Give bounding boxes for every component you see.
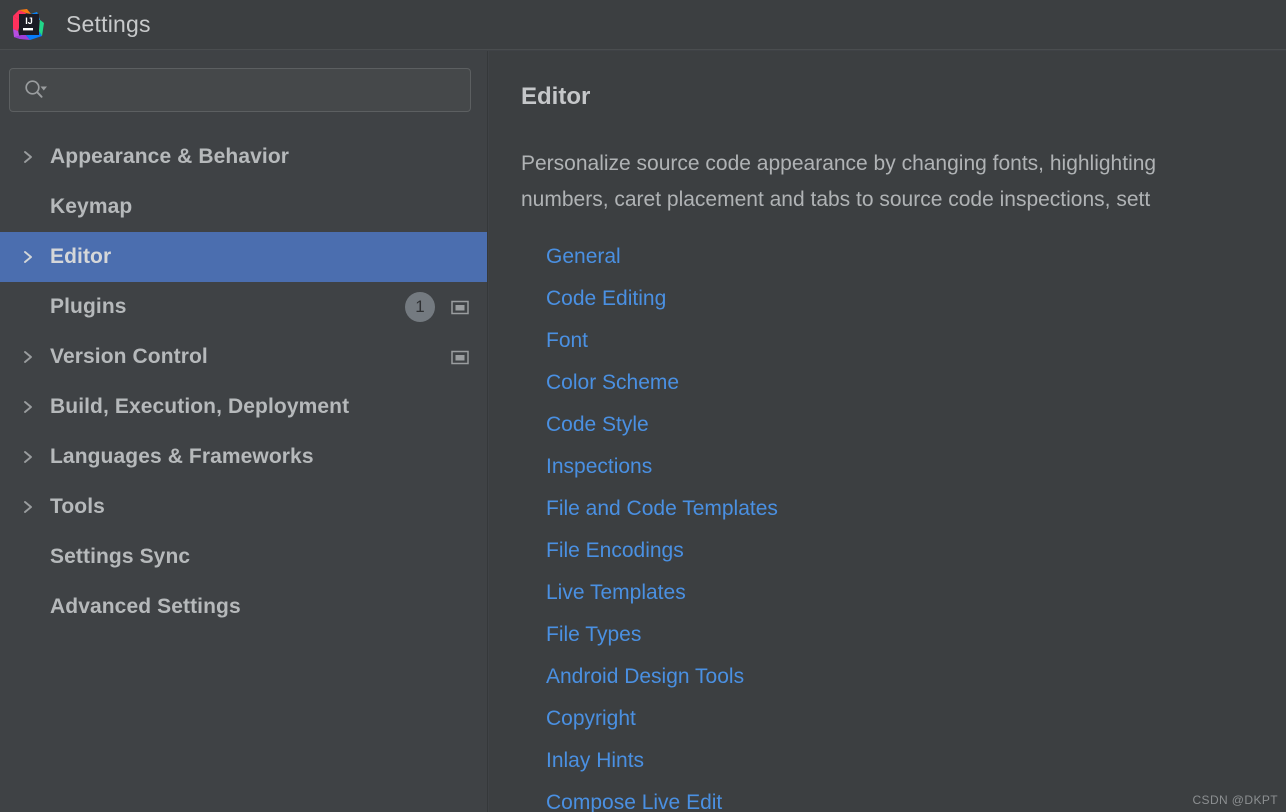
settings-window: IJ Settings Appearance & Behavior Keymap…	[0, 0, 1286, 812]
chevron-right-icon[interactable]	[18, 147, 38, 167]
title-bar: IJ Settings	[0, 0, 1286, 50]
watermark: CSDN @DKPT	[1192, 793, 1278, 807]
link-android-design-tools[interactable]: Android Design Tools	[546, 656, 744, 698]
chevron-right-icon[interactable]	[18, 247, 38, 267]
page-description: Personalize source code appearance by ch…	[521, 152, 1157, 211]
search-area	[0, 51, 487, 112]
sidebar-item-settings-sync[interactable]: Settings Sync	[0, 532, 487, 582]
page-title: Editor	[521, 83, 591, 110]
sidebar-item-label: Tools	[50, 495, 105, 518]
link-code-editing[interactable]: Code Editing	[546, 278, 666, 320]
window-icon[interactable]	[451, 350, 469, 365]
sidebar-item-label: Keymap	[50, 195, 133, 218]
sidebar-item-tools[interactable]: Tools	[0, 482, 487, 532]
link-general[interactable]: General	[546, 236, 621, 278]
sidebar-item-editor[interactable]: Editor	[0, 232, 487, 282]
sidebar-item-languages-frameworks[interactable]: Languages & Frameworks	[0, 432, 487, 482]
link-color-scheme[interactable]: Color Scheme	[546, 362, 679, 404]
link-code-style[interactable]: Code Style	[546, 404, 649, 446]
plugins-update-count-badge: 1	[405, 292, 435, 322]
link-inspections[interactable]: Inspections	[546, 446, 652, 488]
sidebar-item-label: Build, Execution, Deployment	[50, 395, 350, 418]
editor-subsection-links: General Code Editing Font Color Scheme C…	[546, 236, 1246, 812]
sidebar-item-label: Version Control	[50, 345, 208, 368]
svg-text:IJ: IJ	[25, 16, 33, 26]
search-input[interactable]	[50, 69, 470, 111]
window-title: Settings	[66, 11, 151, 37]
sidebar-item-label: Appearance & Behavior	[50, 145, 290, 168]
link-file-types[interactable]: File Types	[546, 614, 641, 656]
settings-sidebar: Appearance & Behavior Keymap Editor Plug…	[0, 51, 488, 812]
sidebar-item-label: Editor	[50, 245, 112, 268]
search-box[interactable]	[9, 68, 471, 112]
sidebar-item-label: Settings Sync	[50, 545, 191, 568]
window-icon[interactable]	[451, 300, 469, 315]
link-inlay-hints[interactable]: Inlay Hints	[546, 740, 644, 782]
intellij-idea-logo-icon: IJ	[13, 9, 44, 40]
sidebar-item-keymap[interactable]: Keymap	[0, 182, 487, 232]
sidebar-item-label: Languages & Frameworks	[50, 445, 314, 468]
chevron-right-icon[interactable]	[18, 447, 38, 467]
link-live-templates[interactable]: Live Templates	[546, 572, 686, 614]
link-copyright[interactable]: Copyright	[546, 698, 636, 740]
sidebar-item-label: Advanced Settings	[50, 595, 241, 618]
link-compose-live-edit[interactable]: Compose Live Edit	[546, 782, 722, 812]
link-file-and-code-templates[interactable]: File and Code Templates	[546, 488, 778, 530]
chevron-right-icon[interactable]	[18, 397, 38, 417]
link-file-encodings[interactable]: File Encodings	[546, 530, 684, 572]
sidebar-item-build-execution-deployment[interactable]: Build, Execution, Deployment	[0, 382, 487, 432]
chevron-right-icon[interactable]	[18, 347, 38, 367]
sidebar-item-label: Plugins	[50, 295, 127, 318]
sidebar-item-plugins[interactable]: Plugins 1	[0, 282, 487, 332]
settings-tree: Appearance & Behavior Keymap Editor Plug…	[0, 132, 487, 632]
search-icon[interactable]	[24, 79, 50, 101]
chevron-right-icon[interactable]	[18, 497, 38, 517]
link-font[interactable]: Font	[546, 320, 588, 362]
settings-detail-panel: Editor Personalize source code appearanc…	[489, 51, 1286, 812]
sidebar-item-appearance-behavior[interactable]: Appearance & Behavior	[0, 132, 487, 182]
sidebar-item-version-control[interactable]: Version Control	[0, 332, 487, 382]
sidebar-item-advanced-settings[interactable]: Advanced Settings	[0, 582, 487, 632]
